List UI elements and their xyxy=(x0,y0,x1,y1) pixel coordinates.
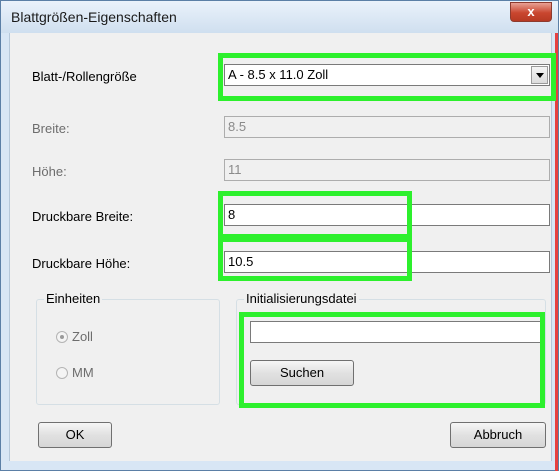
window-title: Blattgrößen-Eigenschaften xyxy=(11,9,177,25)
ok-button[interactable]: OK xyxy=(38,422,112,448)
title-bar[interactable]: Blattgrößen-Eigenschaften x xyxy=(1,1,558,33)
height-label: Höhe: xyxy=(32,164,67,179)
units-group xyxy=(36,299,220,405)
width-field: 8.5 xyxy=(224,116,550,138)
radio-zoll[interactable] xyxy=(56,331,68,343)
init-file-group-title: Initialisierungsdatei xyxy=(244,291,359,306)
close-button[interactable]: x xyxy=(510,2,552,22)
printable-height-field[interactable]: 10.5 xyxy=(224,251,550,273)
printable-height-label: Druckbare Höhe: xyxy=(32,256,131,271)
chevron-down-icon[interactable] xyxy=(531,66,548,84)
radio-zoll-label: Zoll xyxy=(72,329,93,344)
paper-size-value: A - 8.5 x 11.0 Zoll xyxy=(228,67,329,82)
units-group-title: Einheiten xyxy=(44,291,103,306)
width-label: Breite: xyxy=(32,121,70,136)
init-file-input[interactable] xyxy=(250,321,542,343)
init-file-group xyxy=(236,299,546,405)
dialog-body: Blatt-/Rollengröße A - 8.5 x 11.0 Zoll B… xyxy=(9,33,552,461)
radio-mm-label: MM xyxy=(72,365,94,380)
window-right-edge xyxy=(555,33,558,471)
height-field: 11 xyxy=(224,159,550,181)
browse-button[interactable]: Suchen xyxy=(250,360,354,386)
dialog-window: Blattgrößen-Eigenschaften x Blatt-/Rolle… xyxy=(0,0,559,471)
cancel-button[interactable]: Abbruch xyxy=(450,422,546,448)
paper-size-select[interactable]: A - 8.5 x 11.0 Zoll xyxy=(224,64,550,86)
paper-size-label: Blatt-/Rollengröße xyxy=(32,69,137,84)
radio-mm[interactable] xyxy=(56,367,68,379)
printable-width-label: Druckbare Breite: xyxy=(32,209,134,224)
printable-width-field[interactable]: 8 xyxy=(224,204,550,226)
